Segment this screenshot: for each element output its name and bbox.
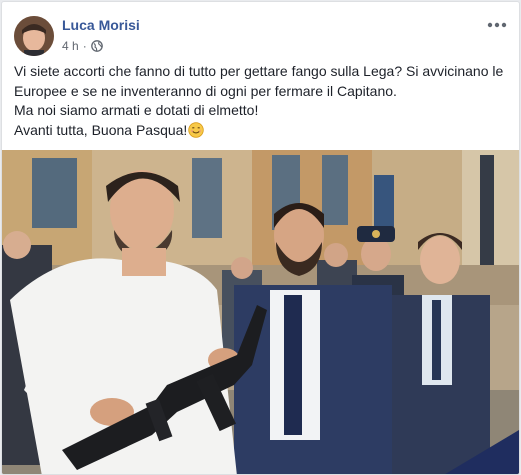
- post-photo[interactable]: [2, 150, 519, 474]
- post-text-line: Avanti tutta, Buona Pasqua!: [14, 121, 509, 144]
- more-options-icon[interactable]: [487, 18, 507, 30]
- post-text-line: Europee e se ne inventeranno di ogni per…: [14, 82, 397, 99]
- post-text: Vi siete accorti che fanno di tutto per …: [14, 62, 509, 143]
- meta-separator: ·: [82, 39, 87, 53]
- author-name[interactable]: Luca Morisi: [62, 17, 140, 33]
- post-text-line: Vi siete accorti che fanno di tutto per …: [14, 63, 504, 79]
- photo-scene: [2, 150, 519, 474]
- post-meta: 4 h ·: [62, 39, 103, 53]
- smiling-face-icon: [188, 121, 205, 144]
- globe-icon[interactable]: [90, 40, 103, 52]
- post-timestamp[interactable]: 4 h: [62, 39, 79, 53]
- post-text-line-text: Avanti tutta, Buona Pasqua!: [14, 121, 188, 138]
- author-avatar[interactable]: [14, 16, 54, 56]
- post-text-line: Ma noi siamo armati e dotati di elmetto!: [14, 102, 259, 118]
- facebook-post: Luca Morisi 4 h · Vi siete accorti che f…: [1, 1, 520, 475]
